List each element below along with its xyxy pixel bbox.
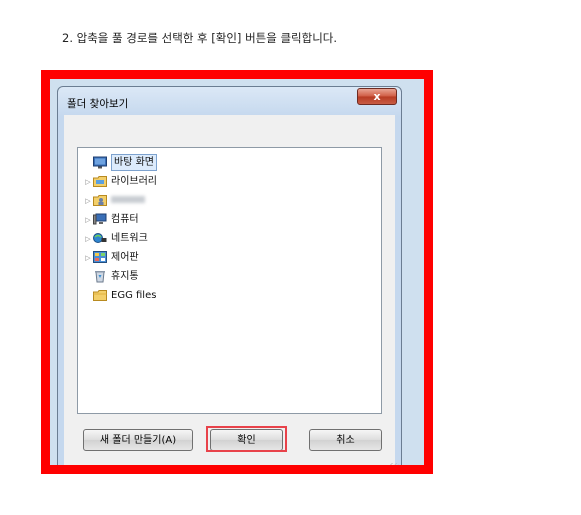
folder-tree[interactable]: 바탕 화면 ▷ 라이브러리 ▷ ▷ 컴퓨터 ▷ 네트워크 ▷ 제어판 휴지통 E…: [77, 147, 382, 414]
tree-item-library[interactable]: ▷ 라이브러리: [83, 173, 157, 190]
network-icon: [93, 232, 107, 245]
tree-item-desktop[interactable]: 바탕 화면: [83, 154, 157, 171]
expand-arrow-icon[interactable]: ▷: [83, 178, 93, 186]
tree-item-computer[interactable]: ▷ 컴퓨터: [83, 211, 139, 228]
tree-item-label: 휴지통: [111, 271, 139, 282]
control-panel-icon: [93, 251, 107, 264]
tree-item-label: 컴퓨터: [111, 214, 139, 225]
recycle-bin-icon: [93, 270, 107, 283]
library-folder-icon: [93, 175, 107, 188]
tree-item-egg-files[interactable]: EGG files: [83, 287, 156, 304]
folder-browse-dialog: 폴더 찾아보기 x 바탕 화면 ▷ 라이브러리 ▷ ▷ 컴퓨터 ▷ 네트워크 ▷…: [57, 86, 402, 465]
tree-item-recycle-bin[interactable]: 휴지통: [83, 268, 139, 285]
tree-item-label: [111, 193, 145, 208]
tree-item-label: 바탕 화면: [111, 154, 157, 171]
new-folder-button[interactable]: 새 폴더 만들기(A): [83, 429, 193, 451]
dialog-title: 폴더 찾아보기: [67, 98, 129, 110]
close-button[interactable]: x: [357, 88, 397, 105]
user-folder-icon: [93, 194, 107, 207]
resize-grip[interactable]: [389, 463, 399, 465]
close-icon: x: [373, 90, 381, 103]
tree-item-label: 제어판: [111, 252, 139, 263]
tree-item-label: 네트워크: [111, 233, 148, 244]
highlight-frame: 폴더 찾아보기 x 바탕 화면 ▷ 라이브러리 ▷ ▷ 컴퓨터 ▷ 네트워크 ▷…: [41, 70, 433, 474]
tree-item-label: EGG files: [111, 290, 157, 301]
tree-item-user[interactable]: ▷: [83, 192, 145, 209]
blurred-name: [111, 196, 145, 203]
desktop-icon: [93, 156, 107, 169]
folder-icon: [93, 289, 107, 302]
expand-arrow-icon[interactable]: ▷: [83, 197, 93, 205]
tree-item-control-panel[interactable]: ▷ 제어판: [83, 249, 139, 266]
computer-icon: [93, 213, 107, 226]
cancel-button[interactable]: 취소: [309, 429, 382, 451]
tree-item-label: 라이브러리: [111, 176, 157, 187]
ok-button-highlight: [206, 426, 287, 452]
expand-arrow-icon[interactable]: ▷: [83, 254, 93, 262]
expand-arrow-icon[interactable]: ▷: [83, 235, 93, 243]
tree-item-network[interactable]: ▷ 네트워크: [83, 230, 148, 247]
dialog-titlebar[interactable]: 폴더 찾아보기 x: [58, 87, 401, 115]
instruction-text: 2. 압축을 풀 경로를 선택한 후 [확인] 버튼을 클릭합니다.: [62, 31, 338, 45]
expand-arrow-icon[interactable]: ▷: [83, 216, 93, 224]
